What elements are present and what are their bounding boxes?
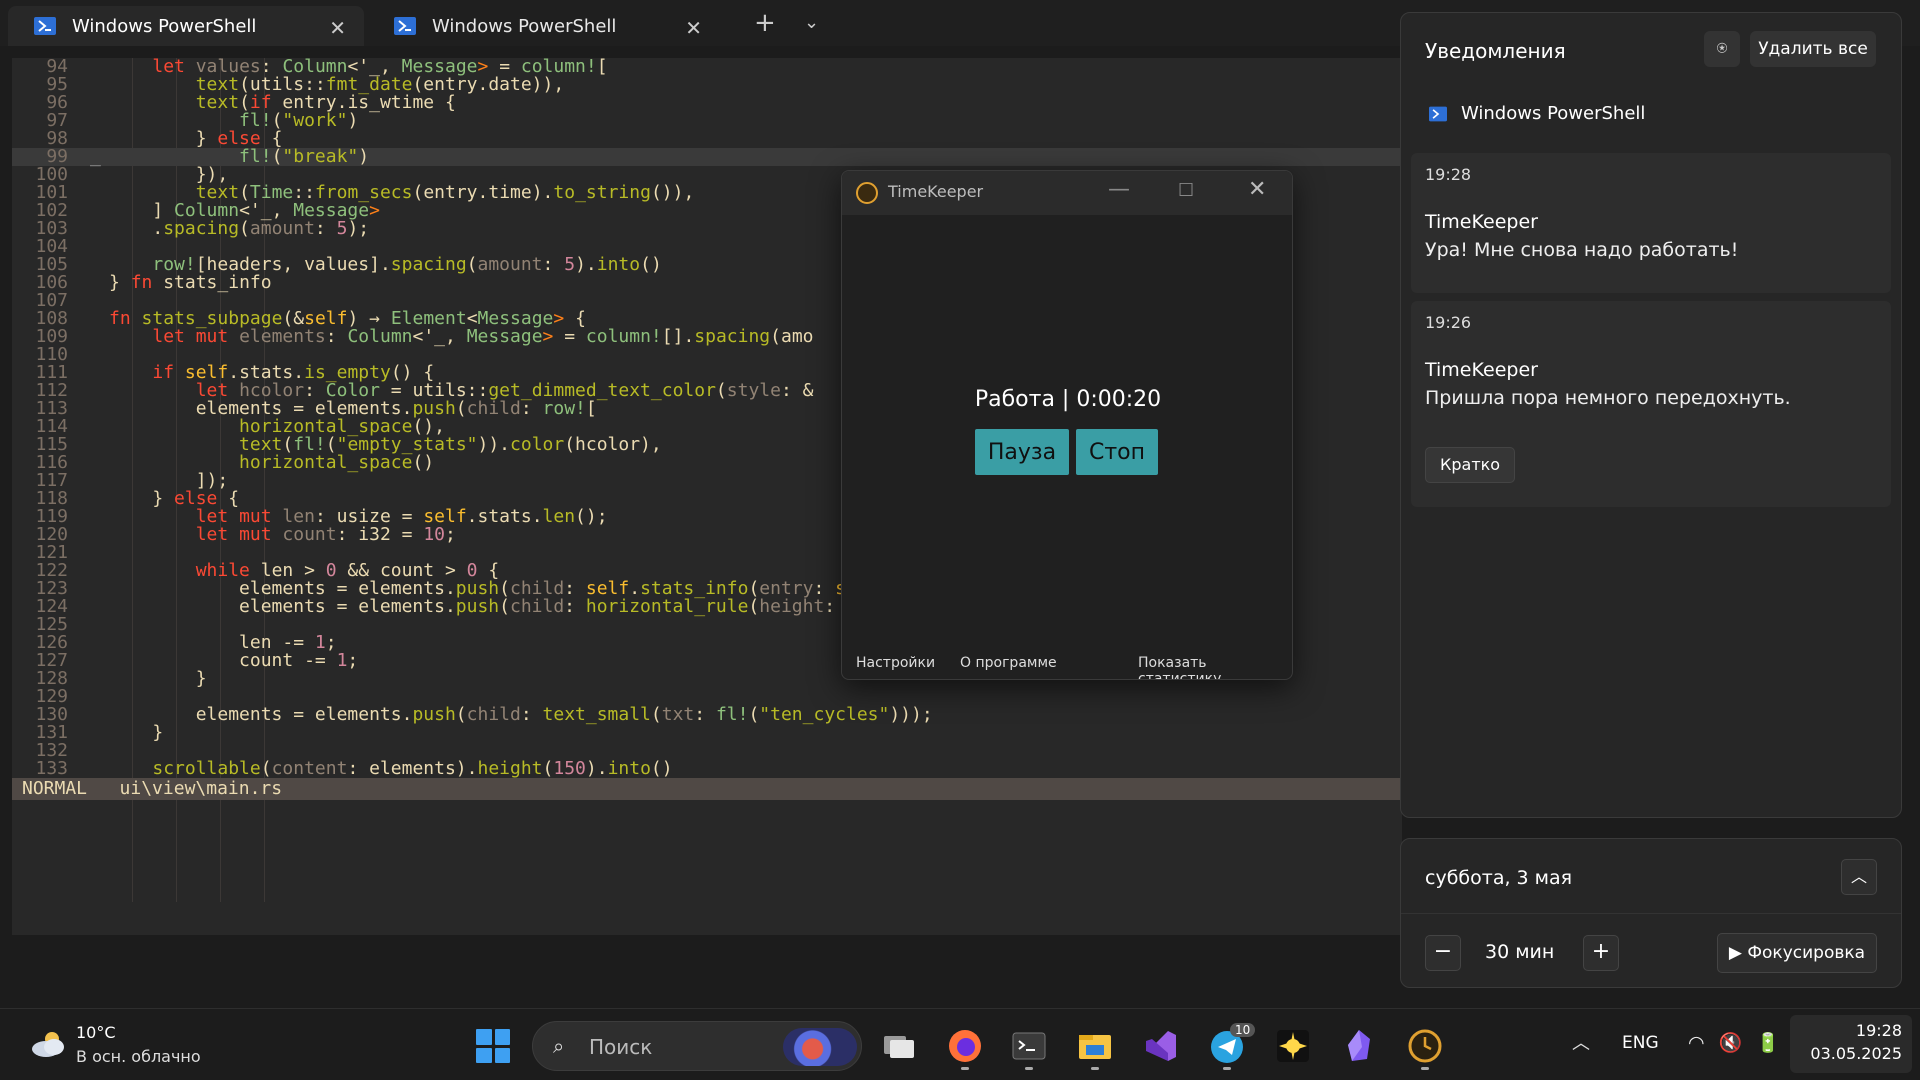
powershell-icon: [1429, 106, 1447, 121]
clock-icon: [856, 182, 878, 204]
search-highlight-image: [783, 1028, 857, 1066]
notification-time: 19:28: [1425, 165, 1472, 184]
settings-link[interactable]: Настройки: [856, 655, 935, 671]
task-view-icon[interactable]: [880, 1027, 918, 1065]
clock-time: 19:28: [1855, 1021, 1902, 1040]
clear-all-button[interactable]: Удалить все: [1750, 31, 1876, 67]
running-indicator: [961, 1067, 969, 1070]
code-line[interactable]: 131 }: [12, 724, 1402, 742]
timekeeper-window: TimeKeeper — ☐ ✕ Работа | 0:00:20 Пауза …: [841, 170, 1293, 680]
tab-powershell-2[interactable]: Windows PowerShell ✕: [368, 6, 720, 46]
vim-mode: NORMAL: [22, 778, 88, 799]
title-bar[interactable]: TimeKeeper — ☐ ✕: [842, 171, 1292, 215]
tab-label: Windows PowerShell: [72, 15, 257, 37]
app-name: Windows PowerShell: [1461, 103, 1646, 124]
calendar-focus-panel: суббота, 3 мая ︿ − 30 мин + ▶ Фокусировк…: [1400, 838, 1902, 988]
close-tab-icon[interactable]: ✕: [685, 16, 702, 40]
running-indicator: [1091, 1067, 1099, 1070]
code-text: scrollable(content: elements).height(150…: [152, 758, 673, 779]
taskbar: 10°C В осн. облачно ⌕ Поиск 10 ︿ ENG ◠🔇🔋…: [0, 1008, 1920, 1080]
code-line[interactable]: 130 elements = elements.push(child: text…: [12, 706, 1402, 724]
code-text: }: [109, 668, 207, 689]
cursor-sign: _: [90, 146, 101, 167]
calendar-date: суббота, 3 мая: [1425, 867, 1573, 889]
input-language[interactable]: ENG: [1622, 1033, 1659, 1053]
tab-powershell-1[interactable]: Windows PowerShell ✕: [8, 6, 364, 46]
notification-card[interactable]: 19:26 TimeKeeper Пришла пора немного пер…: [1411, 301, 1891, 507]
code-text: elements = elements.push(child: text_sma…: [109, 704, 933, 725]
running-indicator: [1421, 1067, 1429, 1070]
notification-title: TimeKeeper: [1425, 211, 1538, 233]
close-tab-icon[interactable]: ✕: [329, 16, 346, 40]
pause-button[interactable]: Пауза: [975, 429, 1069, 475]
tab-dropdown-chevron-icon[interactable]: ⌄: [804, 12, 819, 33]
running-indicator: [1223, 1067, 1231, 1070]
firefox-icon[interactable]: [946, 1027, 984, 1065]
search-icon: ⌕: [553, 1034, 565, 1058]
obsidian-icon[interactable]: [1340, 1027, 1378, 1065]
code-line[interactable]: 133 scrollable(content: elements).height…: [12, 760, 1402, 778]
decrease-minutes-button[interactable]: −: [1425, 935, 1461, 971]
close-button[interactable]: ✕: [1248, 177, 1266, 202]
powershell-icon: [34, 17, 56, 35]
cloudy-weather-icon[interactable]: [28, 1029, 68, 1059]
taskbar-clock[interactable]: 19:28 03.05.2025: [1790, 1015, 1912, 1073]
tab-label: Windows PowerShell: [432, 15, 617, 37]
vim-status-line: NORMAL ui\view\main.rs: [12, 778, 1402, 800]
file-path: ui\view\main.rs: [119, 778, 283, 799]
increase-minutes-button[interactable]: +: [1583, 935, 1619, 971]
file-explorer-icon[interactable]: [1076, 1027, 1114, 1065]
show-hidden-icons-chevron-icon[interactable]: ︿: [1572, 1029, 1590, 1055]
line-number: 133: [35, 758, 68, 779]
notification-action-button[interactable]: Кратко: [1425, 447, 1516, 483]
terminal-icon[interactable]: [1010, 1027, 1048, 1065]
do-not-disturb-icon[interactable]: ⍟: [1704, 31, 1740, 67]
notification-center: Уведомления ⍟ Удалить все Windows PowerS…: [1400, 12, 1902, 818]
notification-card[interactable]: 19:28 TimeKeeper Ура! Мне снова надо раб…: [1411, 153, 1891, 293]
notification-app-header: Windows PowerShell: [1429, 103, 1645, 124]
clock-date: 03.05.2025: [1810, 1044, 1902, 1063]
windows-start-button[interactable]: [476, 1029, 510, 1063]
burst-app-icon[interactable]: [1274, 1027, 1312, 1065]
focus-duration: 30 мин: [1485, 941, 1555, 963]
minimize-button[interactable]: —: [1108, 177, 1130, 202]
timer-status: Работа | 0:00:20: [974, 387, 1162, 412]
code-text: } fn stats_info: [109, 272, 272, 293]
telegram-icon[interactable]: 10: [1208, 1023, 1256, 1065]
notification-body: Пришла пора немного передохнуть.: [1425, 387, 1791, 409]
running-indicator: [1025, 1067, 1033, 1070]
expand-calendar-chevron-icon[interactable]: ︿: [1841, 859, 1877, 895]
new-tab-button[interactable]: +: [754, 8, 776, 38]
code-text: elements = elements.push(child: horizont…: [109, 596, 889, 617]
unread-badge: 10: [1230, 1023, 1256, 1037]
code-text: let mut count: i32 = 10;: [195, 524, 456, 545]
divider: [1401, 913, 1901, 914]
wifi-volume-battery-icons[interactable]: ◠🔇🔋: [1688, 1031, 1794, 1054]
timekeeper-clock-icon[interactable]: [1406, 1027, 1444, 1065]
notification-title: TimeKeeper: [1425, 359, 1538, 381]
code-text: }: [109, 722, 164, 743]
weather-temperature[interactable]: 10°C: [76, 1023, 116, 1042]
code-text: .spacing(amount: 5);: [109, 218, 370, 239]
notification-body: Ура! Мне снова надо работать!: [1425, 239, 1739, 261]
notification-time: 19:26: [1425, 313, 1472, 332]
taskbar-search[interactable]: ⌕ Поиск: [532, 1021, 862, 1071]
window-title: TimeKeeper: [888, 182, 984, 201]
stop-button[interactable]: Стоп: [1076, 429, 1158, 475]
search-placeholder: Поиск: [589, 1035, 653, 1059]
maximize-button[interactable]: ☐: [1178, 180, 1194, 201]
powershell-icon: [394, 17, 416, 35]
about-link[interactable]: О программе: [960, 655, 1057, 671]
weather-description[interactable]: В осн. облачно: [76, 1047, 201, 1066]
notifications-title: Уведомления: [1425, 39, 1566, 63]
code-text: let mut elements: Column<'_, Message> = …: [152, 326, 814, 347]
show-stats-link[interactable]: Показать статистику: [1138, 655, 1292, 679]
start-focus-button[interactable]: ▶ Фокусировка: [1717, 933, 1877, 973]
visual-studio-icon[interactable]: [1142, 1027, 1180, 1065]
